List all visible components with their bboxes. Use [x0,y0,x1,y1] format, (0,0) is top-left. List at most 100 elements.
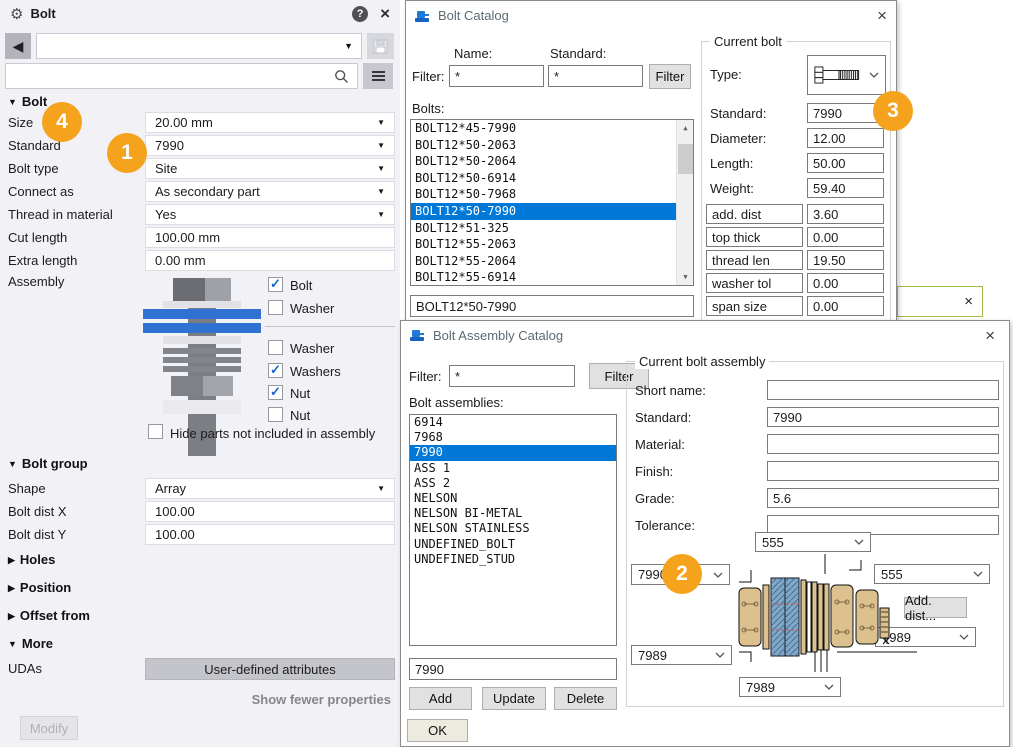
checkbox-hide-parts[interactable] [148,424,163,439]
prop-select-shape[interactable]: Array ▼ [145,478,395,499]
list-item[interactable]: BOLT12*55-2064 [411,253,693,270]
prop-select-connect-as[interactable]: As secondary part ▼ [145,181,395,202]
nut-left-combo[interactable]: 7989 [631,645,732,665]
add-button[interactable]: Add [409,687,472,710]
checkbox-washers[interactable]: ✓ [268,363,283,378]
add-dist-input[interactable]: 3.60 [807,204,884,224]
list-item[interactable]: NELSON [410,491,616,506]
prop-input-bolt-dist-y[interactable]: 100.00 [145,524,395,545]
prop-select-size[interactable]: 20.00 mm ▼ [145,112,395,133]
list-item[interactable]: NELSON STAINLESS [410,521,616,536]
section-header-offset-from[interactable]: ▶Offset from [8,608,90,623]
length-field-input[interactable]: 50.00 [807,153,884,173]
thread-len-input[interactable]: 19.50 [807,250,884,270]
prop-input-extra-length[interactable]: 0.00 mm [145,250,395,271]
list-item-selected[interactable]: BOLT12*50-7990 [411,203,676,220]
section-header-bolt[interactable]: ▼Bolt [8,94,47,109]
section-header-bolt-group[interactable]: ▼Bolt group [8,456,88,471]
show-fewer-properties-link[interactable]: Show fewer properties [252,692,391,707]
scrollbar-thumb[interactable] [678,144,693,174]
diameter-field-input[interactable]: 12.00 [807,128,884,148]
search-input[interactable] [5,63,358,89]
list-item[interactable]: ASS 1 [410,461,616,476]
checkbox-washer-top[interactable] [268,300,283,315]
user-defined-attributes-button[interactable]: User-defined attributes [145,658,395,680]
checkbox-nut1[interactable]: ✓ [268,385,283,400]
search-icon [334,69,349,84]
save-button[interactable] [367,33,394,59]
tekla-dialog-icon [410,328,426,342]
back-button[interactable]: ◀ [5,33,31,59]
list-item[interactable]: BOLT12*55-2063 [411,236,693,253]
close-icon[interactable]: × [877,7,887,24]
nut-bottom-combo[interactable]: 7989 [739,677,841,697]
current-bolt-assembly-group: Current bolt assembly Short name: Standa… [626,361,1004,707]
section-open-icon: ▼ [8,97,17,107]
scroll-up-icon[interactable]: ▲ [677,120,694,136]
prop-label-size: Size [8,115,33,130]
list-item[interactable]: BOLT12*50-7968 [411,186,693,203]
washer-top-combo[interactable]: 555 [755,532,871,552]
standard-filter-input[interactable]: * [548,65,643,87]
prop-select-thread[interactable]: Yes ▼ [145,204,395,225]
name-filter-input[interactable]: * [449,65,544,87]
span-size-input[interactable]: 0.00 [807,296,884,316]
prop-input-cut-length[interactable]: 100.00 mm [145,227,395,248]
weight-field-input[interactable]: 59.40 [807,178,884,198]
saved-settings-combo[interactable]: ▼ [36,33,362,59]
prop-select-standard[interactable]: 7990 ▼ [145,135,395,156]
checkbox-nut2[interactable] [268,407,283,422]
assembly-name-input[interactable]: 7990 [409,658,617,680]
save-icon [373,39,388,54]
chevron-down-icon [824,684,834,690]
list-item[interactable]: BOLT12*50-2064 [411,153,693,170]
finish-input[interactable] [767,461,999,481]
checkbox-washer-bottom[interactable] [268,340,283,355]
washer-tol-input[interactable]: 0.00 [807,273,884,293]
short-name-input[interactable] [767,380,999,400]
list-item[interactable]: BOLT12*45-7990 [411,120,693,137]
prop-input-bolt-dist-x[interactable]: 100.00 [145,501,395,522]
step-badge-3: 3 [873,91,913,131]
assemblies-listbox[interactable]: 6914 7968 7990 ASS 1 ASS 2 NELSON NELSON… [409,414,617,646]
grade-input[interactable]: 5.6 [767,488,999,508]
assembly-filter-input[interactable]: * [449,365,575,387]
close-icon[interactable]: × [380,5,390,22]
bolts-listbox[interactable]: BOLT12*45-7990 BOLT12*50-2063 BOLT12*50-… [410,119,694,286]
update-button[interactable]: Update [482,687,546,710]
prop-select-bolt-type[interactable]: Site ▼ [145,158,395,179]
ok-button[interactable]: OK [407,719,468,742]
selected-bolt-input[interactable]: BOLT12*50-7990 [410,295,694,317]
list-item[interactable]: BOLT12*50-6914 [411,170,693,187]
list-item[interactable]: BOLT12*50-2063 [411,137,693,154]
section-header-position[interactable]: ▶Position [8,580,71,595]
list-item[interactable]: BOLT12*51-325 [411,220,693,237]
standard-input[interactable]: 7990 [767,407,999,427]
scroll-down-icon[interactable]: ▼ [677,269,694,285]
list-item[interactable]: UNDEFINED_STUD [410,552,616,567]
list-item[interactable]: ASS 2 [410,476,616,491]
bolt-type-combo[interactable] [807,55,886,95]
close-icon[interactable]: × [964,293,973,310]
help-icon[interactable]: ? [352,6,368,22]
filter-button[interactable]: Filter [649,64,691,89]
check-icon: ✓ [270,363,281,376]
delete-button[interactable]: Delete [554,687,617,710]
options-menu-button[interactable] [363,63,393,89]
modify-button[interactable]: Modify [20,716,78,740]
list-item[interactable]: UNDEFINED_BOLT [410,537,616,552]
material-input[interactable] [767,434,999,454]
bolt-type-icon [814,63,864,87]
list-item-selected[interactable]: 7990 [410,445,616,460]
section-header-more[interactable]: ▼More [8,636,53,651]
list-item[interactable]: BOLT12*55-6914 [411,269,693,286]
list-item[interactable]: NELSON BI-METAL [410,506,616,521]
scrollbar[interactable]: ▲ ▼ [676,120,693,285]
list-item[interactable]: 6914 [410,415,616,430]
checkbox-washer-bottom-label: Washer [290,341,334,356]
close-icon[interactable]: × [985,327,995,344]
checkbox-bolt[interactable]: ✓ [268,277,283,292]
section-header-holes[interactable]: ▶Holes [8,552,55,567]
list-item[interactable]: 7968 [410,430,616,445]
top-thick-input[interactable]: 0.00 [807,227,884,247]
